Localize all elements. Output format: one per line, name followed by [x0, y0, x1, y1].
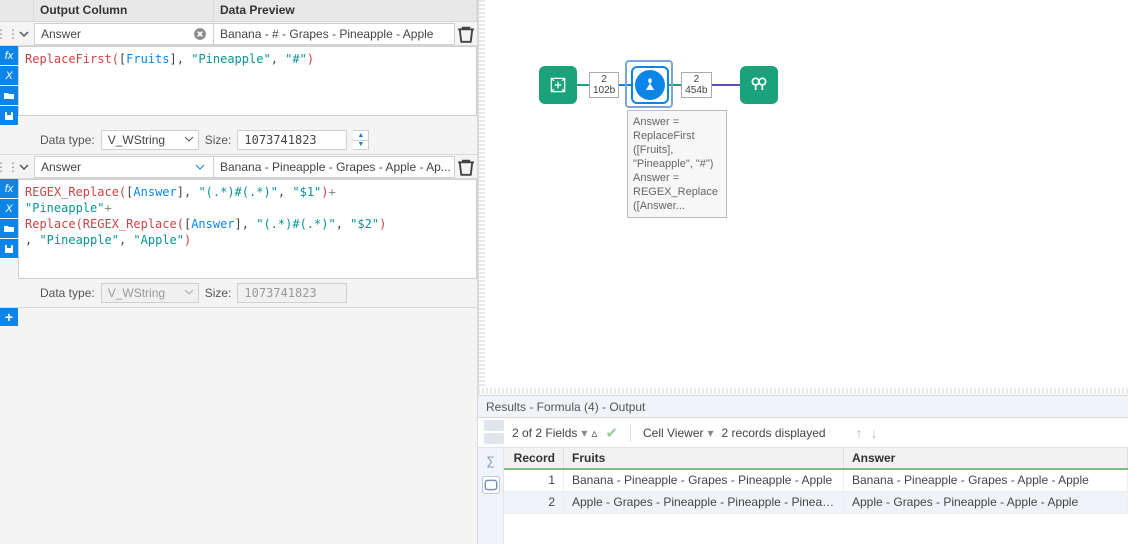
- expression-block: ⋮⋮ Answer Banana - # - Grapes - Pineappl…: [0, 22, 477, 155]
- output-column-select[interactable]: Answer: [34, 156, 214, 178]
- header-data-preview: Data Preview: [214, 0, 477, 21]
- fx-button[interactable]: fx: [0, 46, 18, 66]
- open-button[interactable]: [0, 219, 18, 239]
- results-sidebar: ∑: [478, 448, 504, 544]
- drag-handle-icon[interactable]: ⋮⋮: [0, 22, 14, 46]
- results-pane: Results - Formula (4) - Output 2 of 2 Fi…: [478, 395, 1128, 544]
- size-label: Size:: [205, 286, 232, 300]
- size-spinner[interactable]: ▲▼: [353, 130, 369, 150]
- results-toolbar: 2 of 2 Fields ▾ ▵ ✔ Cell Viewer ▾ 2 reco…: [478, 418, 1128, 448]
- table-row[interactable]: 1 Banana - Pineapple - Grapes - Pineappl…: [504, 470, 1128, 492]
- cell-viewer-dropdown[interactable]: Cell Viewer ▾: [643, 426, 714, 440]
- connector: [669, 84, 681, 86]
- workflow-canvas[interactable]: 2102b 2454b Answer = ReplaceFirst ([Frui…: [478, 0, 1128, 395]
- records-count: 2 records displayed: [722, 426, 826, 440]
- datatype-row: Data type: V_WString Size: 1073741823: [0, 279, 477, 307]
- connector: [619, 84, 631, 86]
- chevron-down-icon: [184, 133, 194, 147]
- arrow-down-icon[interactable]: ↓: [871, 425, 878, 441]
- config-panel: Output Column Data Preview ⋮⋮ Answer Ban…: [0, 0, 478, 544]
- text-input-tool[interactable]: [539, 66, 577, 104]
- results-title: Results - Formula (4) - Output: [478, 396, 1128, 418]
- delete-button[interactable]: [455, 22, 477, 46]
- results-table: Record Fruits Answer 1 Banana - Pineappl…: [504, 448, 1128, 544]
- drag-handle-icon[interactable]: ⋮⋮: [0, 155, 14, 179]
- save-button[interactable]: [0, 106, 18, 126]
- workflow: 2102b 2454b: [539, 66, 778, 104]
- col-answer[interactable]: Answer: [844, 448, 1128, 468]
- variable-button[interactable]: X: [0, 199, 18, 219]
- browse-tool[interactable]: [740, 66, 778, 104]
- datatype-select[interactable]: V_WString: [101, 130, 199, 150]
- expression-toolbar: fx X: [0, 46, 18, 126]
- size-input[interactable]: 1073741823: [237, 130, 347, 150]
- layout-icon[interactable]: [484, 420, 504, 446]
- check-icon[interactable]: ✔: [605, 424, 618, 442]
- config-header: Output Column Data Preview: [0, 0, 477, 22]
- header-gap: [0, 0, 34, 21]
- add-expression-button[interactable]: +: [0, 308, 18, 326]
- chevron-down-icon: [193, 160, 207, 174]
- output-column-input[interactable]: Answer: [34, 23, 214, 45]
- col-fruits[interactable]: Fruits: [564, 448, 844, 468]
- expression-block: ⋮⋮ Answer Banana - Pineapple - Grapes - …: [0, 155, 477, 308]
- connector: [577, 84, 589, 86]
- data-icon[interactable]: [482, 476, 500, 494]
- open-button[interactable]: [0, 86, 18, 106]
- datatype-row: Data type: V_WString Size: 1073741823 ▲▼: [0, 126, 477, 154]
- expression-editor[interactable]: ReplaceFirst([Fruits], "Pineapple", "#"): [18, 46, 477, 116]
- header-output-column: Output Column: [34, 0, 214, 21]
- output-column-value: Answer: [41, 27, 193, 41]
- connector: [712, 84, 740, 86]
- size-label: Size:: [205, 133, 232, 147]
- datatype-label: Data type:: [40, 133, 95, 147]
- collapse-toggle[interactable]: [14, 22, 34, 46]
- collapse-toggle[interactable]: [14, 155, 34, 179]
- col-record[interactable]: Record: [504, 448, 564, 468]
- connection-label: 2454b: [681, 72, 711, 98]
- field-row: ⋮⋮ Answer Banana - # - Grapes - Pineappl…: [0, 22, 477, 46]
- output-column-value: Answer: [41, 160, 193, 174]
- tool-annotation: Answer = ReplaceFirst ([Fruits], "Pineap…: [627, 110, 727, 218]
- table-row[interactable]: 2 Apple - Grapes - Pineapple - Pineapple…: [504, 492, 1128, 514]
- save-button[interactable]: [0, 239, 18, 259]
- spin-up-icon: ▲: [353, 131, 368, 141]
- fields-dropdown[interactable]: 2 of 2 Fields ▾ ▵: [512, 426, 597, 440]
- formula-tool[interactable]: [631, 66, 669, 104]
- size-input: 1073741823: [237, 283, 347, 303]
- expression-editor[interactable]: REGEX_Replace([Answer], "(.*)#(.*)", "$1…: [18, 179, 477, 279]
- arrow-up-icon[interactable]: ↑: [856, 425, 863, 441]
- expression-toolbar: fx X: [0, 179, 18, 259]
- delete-button[interactable]: [455, 155, 477, 179]
- data-preview-value: Banana - Pineapple - Grapes - Apple - Ap…: [214, 156, 455, 178]
- sum-icon[interactable]: ∑: [482, 452, 500, 470]
- table-header: Record Fruits Answer: [504, 448, 1128, 470]
- datatype-select: V_WString: [101, 283, 199, 303]
- connection-label: 2102b: [589, 72, 619, 98]
- fx-button[interactable]: fx: [0, 179, 18, 199]
- variable-button[interactable]: X: [0, 66, 18, 86]
- field-row: ⋮⋮ Answer Banana - Pineapple - Grapes - …: [0, 155, 477, 179]
- spin-down-icon: ▼: [353, 141, 368, 150]
- datatype-label: Data type:: [40, 286, 95, 300]
- data-preview-value: Banana - # - Grapes - Pineapple - Apple: [214, 23, 455, 45]
- chevron-down-icon: [184, 286, 194, 300]
- clear-icon[interactable]: [193, 27, 207, 41]
